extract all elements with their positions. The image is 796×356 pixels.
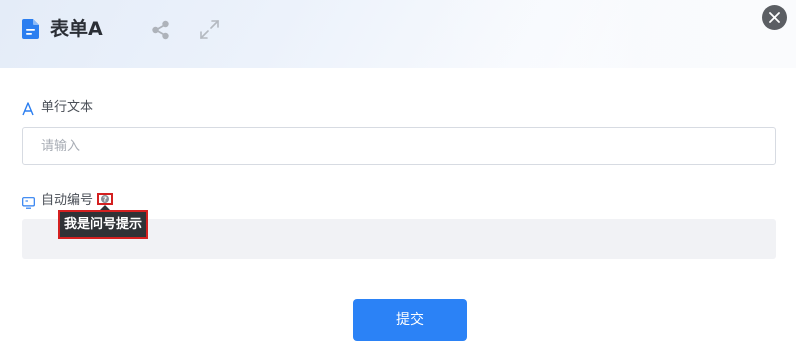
form-dialog: 表单A 单行文本 请输入 自动编号 ? 我是问号提示 提交 [0, 0, 796, 356]
auto-number-icon [22, 194, 35, 209]
header-gradient [0, 0, 796, 68]
share-icon[interactable] [151, 20, 171, 40]
text-a-icon [22, 101, 34, 116]
text-input[interactable] [23, 128, 775, 164]
svg-text:?: ? [103, 196, 107, 203]
field-label-text: 单行文本 [41, 100, 94, 115]
submit-button[interactable]: 提交 [353, 299, 467, 341]
field-label-auto-number: 自动编号 [41, 193, 94, 208]
close-icon [769, 12, 780, 23]
form-document-icon [22, 19, 39, 39]
expand-icon[interactable] [199, 19, 220, 40]
help-button[interactable]: ? [97, 193, 113, 205]
help-tooltip: 我是问号提示 [58, 210, 149, 239]
close-button[interactable] [762, 5, 787, 30]
question-mark-icon: ? [101, 195, 109, 203]
form-title: 表单A [50, 18, 103, 40]
text-input-container [22, 127, 776, 165]
